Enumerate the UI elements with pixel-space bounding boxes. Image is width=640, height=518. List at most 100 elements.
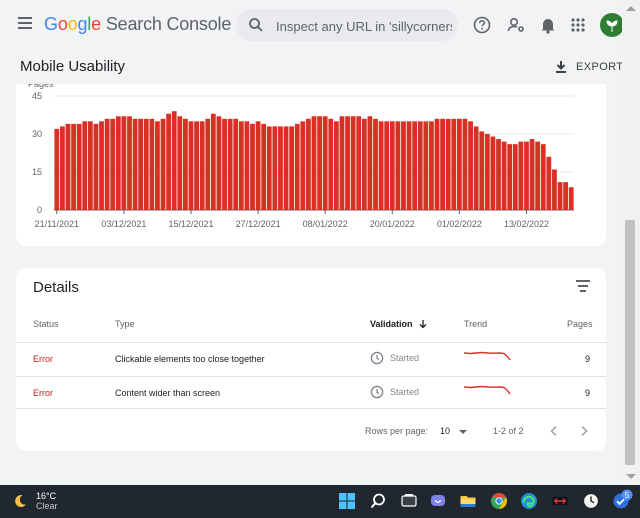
logo-letter: e bbox=[91, 14, 101, 34]
bar bbox=[294, 123, 300, 210]
file-explorer-icon[interactable] bbox=[459, 492, 477, 510]
rows-per-page-select[interactable]: 10 bbox=[439, 423, 471, 439]
weather-condition: Clear bbox=[36, 501, 58, 511]
page-range: 1-2 of 2 bbox=[493, 426, 524, 436]
clock-icon bbox=[370, 385, 384, 399]
start-icon[interactable] bbox=[338, 492, 356, 510]
bar bbox=[563, 182, 569, 210]
bar bbox=[82, 121, 88, 210]
scroll-up-icon[interactable] bbox=[626, 6, 636, 11]
bar bbox=[440, 118, 445, 210]
apps-grid-icon[interactable] bbox=[567, 14, 589, 36]
details-card: Details Status Type Validation Trend Pag… bbox=[16, 268, 606, 451]
bar bbox=[300, 121, 306, 210]
notification-badge-count: 5 bbox=[625, 491, 630, 500]
bar bbox=[110, 118, 116, 210]
bar bbox=[535, 141, 541, 210]
bar bbox=[289, 126, 295, 210]
logo-letter: g bbox=[77, 14, 88, 34]
bar bbox=[345, 116, 350, 210]
trend-sparkline bbox=[464, 351, 511, 361]
logo-letter: o bbox=[67, 14, 78, 34]
bar bbox=[216, 116, 222, 210]
next-page-icon[interactable] bbox=[577, 424, 591, 438]
previous-page-icon[interactable] bbox=[547, 424, 561, 438]
temperature: 16°C bbox=[36, 491, 57, 501]
bar bbox=[401, 121, 406, 210]
export-button[interactable]: EXPORT bbox=[554, 57, 622, 77]
brand[interactable]: Google Search Console bbox=[44, 14, 231, 35]
column-header-validation[interactable]: Validation bbox=[370, 319, 428, 329]
product-name: Search Console bbox=[105, 14, 232, 34]
account-avatar-icon[interactable] bbox=[600, 13, 622, 37]
page-scrollbar[interactable] bbox=[622, 0, 640, 485]
pages-cell: 9 bbox=[584, 354, 590, 364]
bar bbox=[412, 121, 418, 210]
bar bbox=[507, 144, 513, 210]
notifications-icon[interactable] bbox=[537, 14, 559, 36]
bar bbox=[65, 123, 71, 210]
x-tick-label: 01/02/2022 bbox=[437, 219, 482, 229]
bar bbox=[266, 126, 272, 210]
bar bbox=[496, 139, 501, 210]
status-cell: Error bbox=[33, 388, 53, 398]
task-view-icon[interactable] bbox=[400, 492, 418, 510]
bar bbox=[76, 123, 82, 210]
bar bbox=[210, 113, 216, 210]
url-inspection-search[interactable] bbox=[236, 9, 458, 41]
bar bbox=[115, 116, 121, 210]
bar bbox=[512, 144, 518, 210]
x-tick-label: 13/02/2022 bbox=[504, 219, 549, 229]
table-row[interactable]: Error Clickable elements too close toget… bbox=[16, 342, 606, 377]
menu-icon[interactable] bbox=[18, 17, 32, 29]
bar bbox=[501, 141, 507, 210]
clock-icon bbox=[370, 351, 384, 365]
column-header-pages: Pages bbox=[567, 319, 593, 329]
column-header-type: Type bbox=[115, 319, 135, 329]
manage-users-icon[interactable] bbox=[505, 14, 527, 36]
search-input[interactable] bbox=[274, 15, 454, 37]
bar bbox=[473, 126, 479, 210]
bar bbox=[171, 111, 177, 210]
scrollbar-thumb[interactable] bbox=[625, 220, 635, 465]
bar bbox=[333, 121, 339, 210]
bar bbox=[244, 121, 250, 210]
y-tick-label: 0 bbox=[37, 205, 42, 215]
bar bbox=[389, 121, 395, 210]
page-title: Mobile Usability bbox=[20, 58, 126, 75]
type-cell: Clickable elements too close together bbox=[115, 354, 265, 364]
bar bbox=[278, 126, 283, 210]
scroll-down-icon[interactable] bbox=[626, 474, 636, 479]
bar bbox=[445, 118, 451, 210]
x-tick-label: 20/01/2022 bbox=[370, 219, 415, 229]
x-tick-label: 21/11/2021 bbox=[35, 219, 79, 229]
page-header: Mobile Usability EXPORT bbox=[0, 50, 622, 84]
app-icon[interactable] bbox=[551, 492, 569, 510]
chrome-icon[interactable] bbox=[490, 492, 508, 510]
weather-widget[interactable]: 16°C Clear bbox=[12, 491, 58, 511]
trend-sparkline bbox=[464, 385, 511, 395]
filter-icon[interactable] bbox=[576, 279, 592, 293]
bar bbox=[406, 121, 412, 210]
teams-chat-icon[interactable] bbox=[429, 492, 447, 510]
details-title: Details bbox=[33, 279, 79, 296]
status-cell: Error bbox=[33, 354, 53, 364]
bar bbox=[350, 116, 356, 210]
bar bbox=[71, 123, 76, 210]
help-icon[interactable] bbox=[471, 14, 493, 36]
bar bbox=[177, 116, 183, 210]
validation-label: Started bbox=[390, 387, 420, 397]
table-row[interactable]: Error Content wider than screen Started … bbox=[16, 376, 606, 411]
search-icon[interactable] bbox=[369, 492, 387, 510]
bar bbox=[484, 134, 490, 210]
bar bbox=[356, 116, 362, 210]
windows-taskbar: 16°C Clear 5 bbox=[0, 485, 640, 518]
column-header-status: Status bbox=[33, 319, 59, 329]
chart-card: Pages 0 15 30 45 21/11/2021 03/12/2021 15/12/20… bbox=[16, 84, 606, 246]
type-cell: Content wider than screen bbox=[115, 388, 221, 398]
edge-icon[interactable] bbox=[520, 492, 538, 510]
bar bbox=[250, 123, 255, 210]
bar bbox=[339, 116, 345, 210]
bar bbox=[166, 113, 172, 210]
clock-icon[interactable] bbox=[582, 492, 600, 510]
